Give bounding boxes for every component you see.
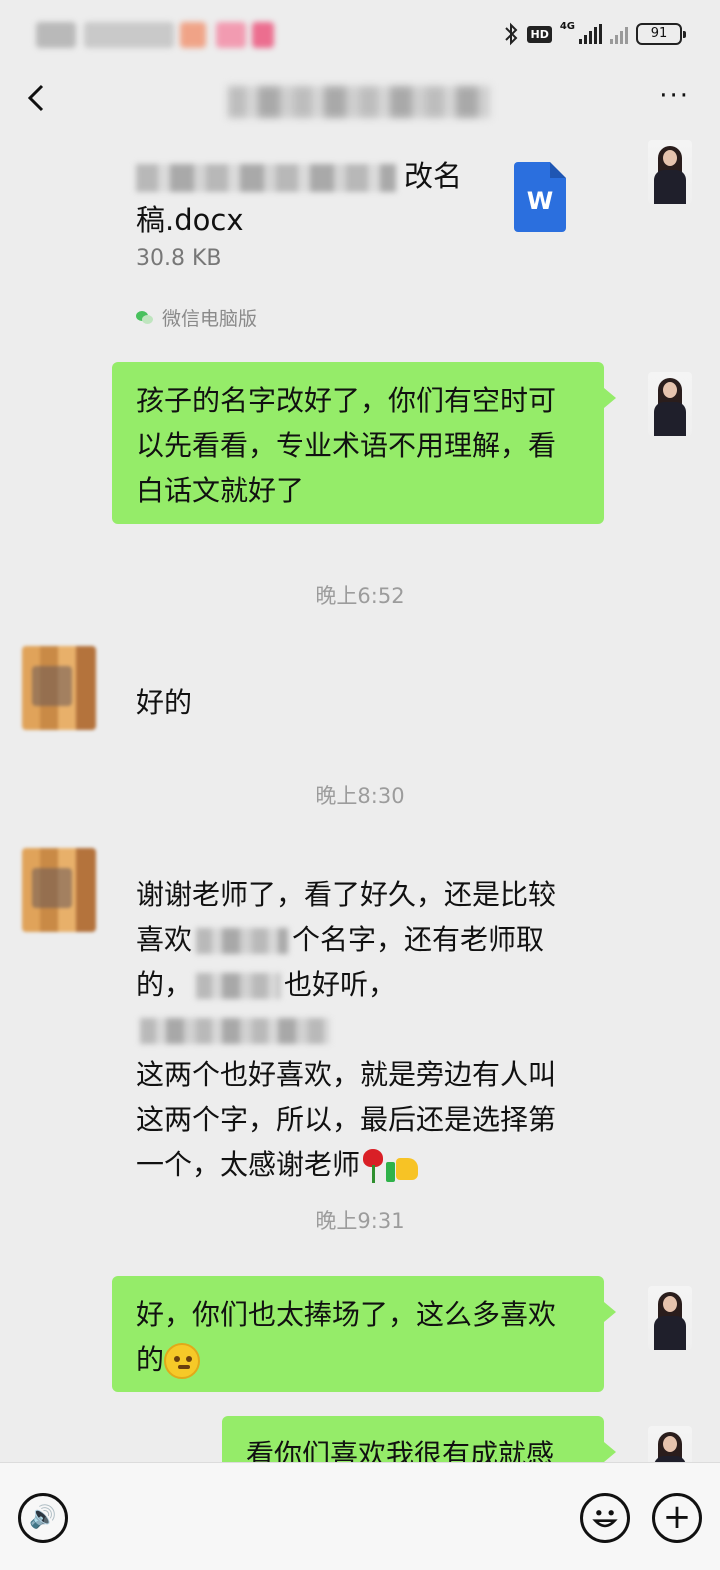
plus-button[interactable]: + (652, 1493, 702, 1543)
hd-badge: HD (527, 25, 552, 43)
status-bar: HD 4G 91 (0, 0, 720, 70)
file-message[interactable]: 改名 稿.docx W 30.8 KB 微信电脑版 (112, 140, 604, 340)
msg3-line4: 这两个也好喜欢，就是旁边有人叫 (136, 1058, 557, 1091)
rose-icon (360, 1149, 386, 1183)
voice-icon: 🔊 (29, 1505, 57, 1530)
chat-header: ··· (0, 70, 720, 130)
msg3-line6: 一个，太感谢老师 (136, 1142, 582, 1187)
thinking-emoji-icon (164, 1343, 201, 1379)
avatar-self[interactable] (648, 372, 692, 436)
bluetooth-icon (505, 22, 518, 46)
word-file-icon: W (514, 162, 566, 232)
message-bubble-contact[interactable]: 好的 (114, 664, 214, 741)
file-name-part1: 改名 (404, 159, 463, 193)
thumbs-up-icon (386, 1148, 422, 1184)
more-icon[interactable]: ··· (659, 83, 690, 109)
msg4-line1: 好，你们也太捧场了，这么多喜欢 (136, 1298, 557, 1331)
file-name-part2: 稿.docx (136, 203, 244, 237)
msg3-line3: 的， 也好听， (136, 962, 582, 1052)
wechat-mini-icon (136, 310, 154, 325)
message-bubble-self[interactable]: 好，你们也太捧场了，这么多喜欢 的 (112, 1276, 616, 1392)
message-bubble-self[interactable]: 孩子的名字改好了，你们有空时可以先看看，专业术语不用理解，看白话文就好了 (112, 362, 616, 524)
status-blur-2 (84, 22, 174, 48)
status-blur-3 (180, 22, 206, 48)
avatar-self[interactable] (648, 140, 692, 204)
file-source-label: 微信电脑版 (162, 308, 258, 330)
status-blur-1 (36, 22, 76, 48)
status-blur-5 (252, 22, 274, 48)
timestamp: 晚上6:52 (315, 584, 405, 608)
plus-icon: + (662, 1497, 692, 1537)
file-name-blurred (136, 164, 396, 192)
avatar-contact[interactable] (22, 848, 96, 932)
status-icons: HD 4G 91 (503, 20, 686, 48)
msg3-line5: 这两个字，所以，最后还是选择第 (136, 1103, 557, 1136)
blurred-name (140, 1018, 330, 1044)
chat-title (228, 86, 490, 118)
signal-icon-2 (610, 24, 628, 44)
emoji-button[interactable] (580, 1493, 630, 1543)
file-source: 微信电脑版 (136, 304, 257, 331)
message-bubble-contact[interactable]: 谢谢老师了，看了好久，还是比较 喜欢 个名字，还有老师取 的， 也好听， 这两个也好… (114, 856, 604, 1203)
input-bar: 🔊 + (0, 1462, 720, 1570)
blurred-name (196, 928, 289, 954)
msg3-line2: 喜欢 个名字，还有老师取 (136, 923, 545, 956)
battery-icon: 91 (636, 23, 686, 45)
avatar-self[interactable] (648, 1286, 692, 1350)
msg3-line1: 谢谢老师了，看了好久，还是比较 (136, 878, 557, 911)
timestamp: 晚上8:30 (315, 784, 405, 808)
signal-icon (579, 24, 602, 44)
msg4-line2: 的 (136, 1337, 580, 1382)
file-name: 改名 稿.docx (136, 154, 496, 242)
blurred-name (196, 973, 281, 999)
network-label: 4G (559, 20, 575, 32)
voice-button[interactable]: 🔊 (18, 1493, 68, 1543)
timestamp: 晚上9:31 (315, 1209, 405, 1233)
emoji-icon (592, 1510, 618, 1528)
file-size: 30.8 KB (136, 246, 222, 271)
avatar-contact[interactable] (22, 646, 96, 730)
back-icon[interactable] (18, 78, 58, 118)
status-blur-4 (216, 22, 246, 48)
